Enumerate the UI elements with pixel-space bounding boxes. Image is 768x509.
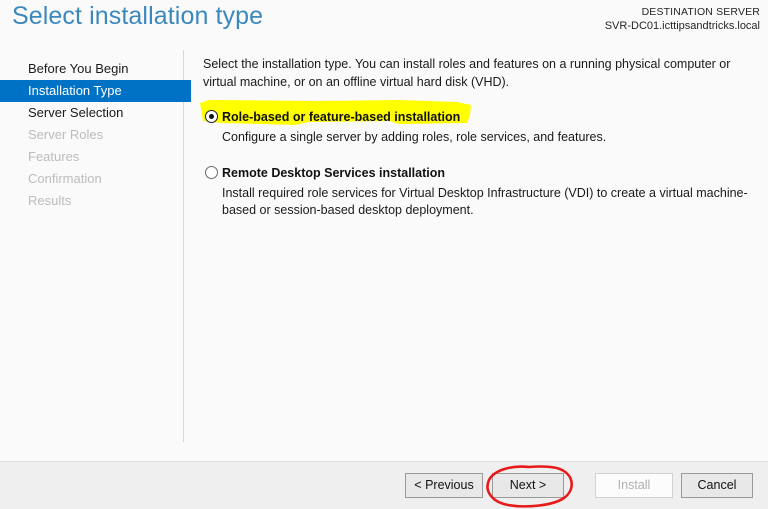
radio-role-based[interactable]: [205, 110, 218, 123]
install-button: Install: [595, 473, 673, 498]
option-remote-desktop-services-description: Install required role services for Virtu…: [222, 185, 748, 218]
wizard-content: Select the installation type. You can in…: [203, 56, 755, 220]
wizard-sidebar: Before You Begin Installation Type Serve…: [0, 58, 191, 212]
wizard-header: Select installation type DESTINATION SER…: [0, 0, 768, 46]
destination-server-label: DESTINATION SERVER: [641, 6, 760, 18]
option-remote-desktop-services-label: Remote Desktop Services installation: [222, 165, 445, 180]
sidebar-item-server-selection[interactable]: Server Selection: [0, 102, 191, 124]
page-title: Select installation type: [12, 2, 264, 30]
previous-button[interactable]: < Previous: [405, 473, 483, 498]
sidebar-item-results: Results: [28, 193, 72, 208]
sidebar-item-before-you-begin[interactable]: Before You Begin: [0, 58, 191, 80]
option-role-based-description: Configure a single server by adding role…: [222, 130, 607, 144]
destination-server-name: SVR-DC01.icttipsandtricks.local: [604, 20, 760, 32]
sidebar-item-installation-type[interactable]: Installation Type: [0, 80, 191, 102]
intro-text: Select the installation type. You can in…: [203, 57, 731, 89]
option-role-based[interactable]: Role-based or feature-based installation…: [203, 108, 755, 147]
next-button[interactable]: Next >: [492, 473, 564, 498]
sidebar-item-confirmation: Confirmation: [28, 171, 102, 186]
wizard-footer: < Previous Next > Install Cancel: [0, 462, 768, 509]
option-role-based-label: Role-based or feature-based installation: [222, 110, 461, 124]
sidebar-item-server-roles: Server Roles: [28, 127, 104, 142]
sidebar-item-features: Features: [28, 149, 80, 164]
cancel-button[interactable]: Cancel: [681, 473, 753, 498]
radio-remote-desktop-services[interactable]: [205, 165, 218, 179]
option-remote-desktop-services[interactable]: Remote Desktop Services installation Ins…: [203, 164, 755, 220]
destination-server-block: DESTINATION SERVER SVR-DC01.icttipsandtr…: [605, 5, 760, 33]
